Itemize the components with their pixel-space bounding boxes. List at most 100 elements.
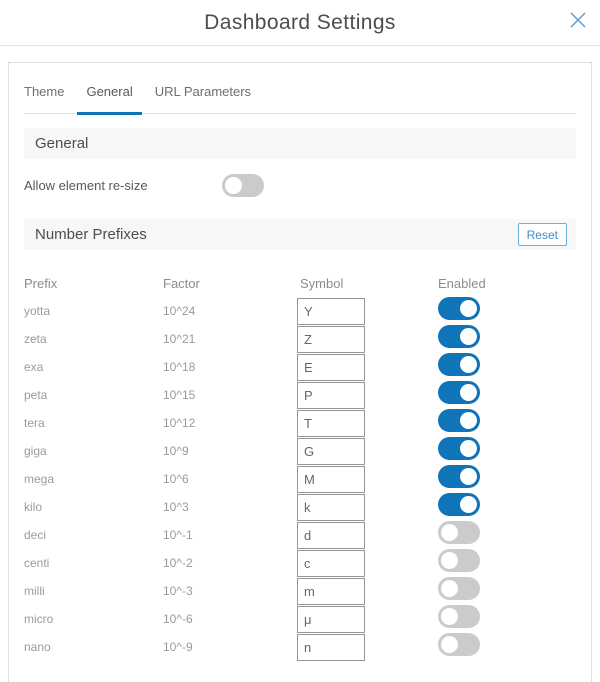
symbol-input[interactable] xyxy=(297,494,365,521)
column-header-symbol: Symbol xyxy=(297,276,438,291)
table-row: kilo 10^3 xyxy=(24,493,576,521)
enabled-toggle[interactable] xyxy=(438,577,480,600)
enabled-toggle[interactable] xyxy=(438,325,480,348)
table-row: tera 10^12 xyxy=(24,409,576,437)
factor-cell: 10^12 xyxy=(163,416,297,430)
prefix-cell: centi xyxy=(24,556,163,570)
symbol-input[interactable] xyxy=(297,382,365,409)
close-button[interactable] xyxy=(566,8,590,32)
prefix-cell: deci xyxy=(24,528,163,542)
prefix-cell: milli xyxy=(24,584,163,598)
symbol-input[interactable] xyxy=(297,354,365,381)
enabled-cell xyxy=(438,437,576,465)
enabled-toggle[interactable] xyxy=(438,297,480,320)
prefix-cell: tera xyxy=(24,416,163,430)
table-row: yotta 10^24 xyxy=(24,297,576,325)
factor-cell: 10^-3 xyxy=(163,584,297,598)
table-row: deci 10^-1 xyxy=(24,521,576,549)
symbol-cell xyxy=(297,382,438,409)
prefix-cell: yotta xyxy=(24,304,163,318)
symbol-cell xyxy=(297,354,438,381)
symbol-input[interactable] xyxy=(297,466,365,493)
table-row: milli 10^-3 xyxy=(24,577,576,605)
symbol-input[interactable] xyxy=(297,438,365,465)
enabled-cell xyxy=(438,549,576,577)
factor-cell: 10^24 xyxy=(163,304,297,318)
column-header-factor: Factor xyxy=(163,276,297,291)
symbol-input[interactable] xyxy=(297,634,365,661)
factor-cell: 10^-2 xyxy=(163,556,297,570)
symbol-input[interactable] xyxy=(297,522,365,549)
enabled-cell xyxy=(438,381,576,409)
symbol-cell xyxy=(297,326,438,353)
allow-resize-row: Allow element re-size xyxy=(24,171,576,199)
enabled-toggle[interactable] xyxy=(438,437,480,460)
symbol-cell xyxy=(297,494,438,521)
tab-general[interactable]: General xyxy=(77,84,141,113)
settings-panel: Theme General URL Parameters General All… xyxy=(8,62,592,682)
enabled-cell xyxy=(438,297,576,325)
enabled-toggle[interactable] xyxy=(438,409,480,432)
enabled-cell xyxy=(438,409,576,437)
prefix-cell: mega xyxy=(24,472,163,486)
table-row: centi 10^-2 xyxy=(24,549,576,577)
symbol-cell xyxy=(297,578,438,605)
dialog-header: Dashboard Settings xyxy=(0,0,600,46)
tab-url-parameters[interactable]: URL Parameters xyxy=(146,84,260,113)
factor-cell: 10^-6 xyxy=(163,612,297,626)
symbol-cell xyxy=(297,466,438,493)
enabled-toggle[interactable] xyxy=(438,353,480,376)
prefix-cell: giga xyxy=(24,444,163,458)
table-row: nano 10^-9 xyxy=(24,633,576,661)
enabled-toggle[interactable] xyxy=(438,605,480,628)
factor-cell: 10^-1 xyxy=(163,528,297,542)
enabled-cell xyxy=(438,353,576,381)
enabled-toggle[interactable] xyxy=(438,381,480,404)
factor-cell: 10^6 xyxy=(163,472,297,486)
symbol-cell xyxy=(297,438,438,465)
factor-cell: 10^21 xyxy=(163,332,297,346)
enabled-cell xyxy=(438,493,576,521)
enabled-toggle[interactable] xyxy=(438,465,480,488)
enabled-toggle[interactable] xyxy=(438,633,480,656)
factor-cell: 10^15 xyxy=(163,388,297,402)
dialog-title: Dashboard Settings xyxy=(204,11,396,35)
symbol-input[interactable] xyxy=(297,550,365,577)
number-prefixes-title: Number Prefixes xyxy=(35,226,147,243)
enabled-cell xyxy=(438,633,576,661)
factor-cell: 10^18 xyxy=(163,360,297,374)
factor-cell: 10^-9 xyxy=(163,640,297,654)
prefix-cell: exa xyxy=(24,360,163,374)
symbol-cell xyxy=(297,550,438,577)
reset-button[interactable]: Reset xyxy=(518,223,567,246)
table-row: mega 10^6 xyxy=(24,465,576,493)
prefix-table-header: Prefix Factor Symbol Enabled xyxy=(24,269,576,297)
enabled-cell xyxy=(438,325,576,353)
enabled-toggle[interactable] xyxy=(438,521,480,544)
symbol-input[interactable] xyxy=(297,410,365,437)
enabled-cell xyxy=(438,577,576,605)
symbol-cell xyxy=(297,606,438,633)
symbol-cell xyxy=(297,522,438,549)
table-row: micro 10^-6 xyxy=(24,605,576,633)
enabled-toggle[interactable] xyxy=(438,493,480,516)
symbol-input[interactable] xyxy=(297,606,365,633)
enabled-cell xyxy=(438,521,576,549)
prefix-table: Prefix Factor Symbol Enabled yotta 10^24… xyxy=(24,269,576,661)
symbol-input[interactable] xyxy=(297,298,365,325)
prefix-cell: kilo xyxy=(24,500,163,514)
table-row: peta 10^15 xyxy=(24,381,576,409)
symbol-cell xyxy=(297,634,438,661)
symbol-input[interactable] xyxy=(297,326,365,353)
enabled-cell xyxy=(438,605,576,633)
prefix-table-body: yotta 10^24 zeta 10^21 exa 10^18 peta 10… xyxy=(24,297,576,661)
general-section-header: General xyxy=(24,128,576,159)
prefix-cell: zeta xyxy=(24,332,163,346)
allow-resize-toggle[interactable] xyxy=(222,174,264,197)
enabled-toggle[interactable] xyxy=(438,549,480,572)
number-prefixes-section-header: Number Prefixes Reset xyxy=(24,219,576,250)
tab-bar: Theme General URL Parameters xyxy=(24,63,576,114)
tab-theme[interactable]: Theme xyxy=(15,84,73,113)
factor-cell: 10^3 xyxy=(163,500,297,514)
symbol-input[interactable] xyxy=(297,578,365,605)
